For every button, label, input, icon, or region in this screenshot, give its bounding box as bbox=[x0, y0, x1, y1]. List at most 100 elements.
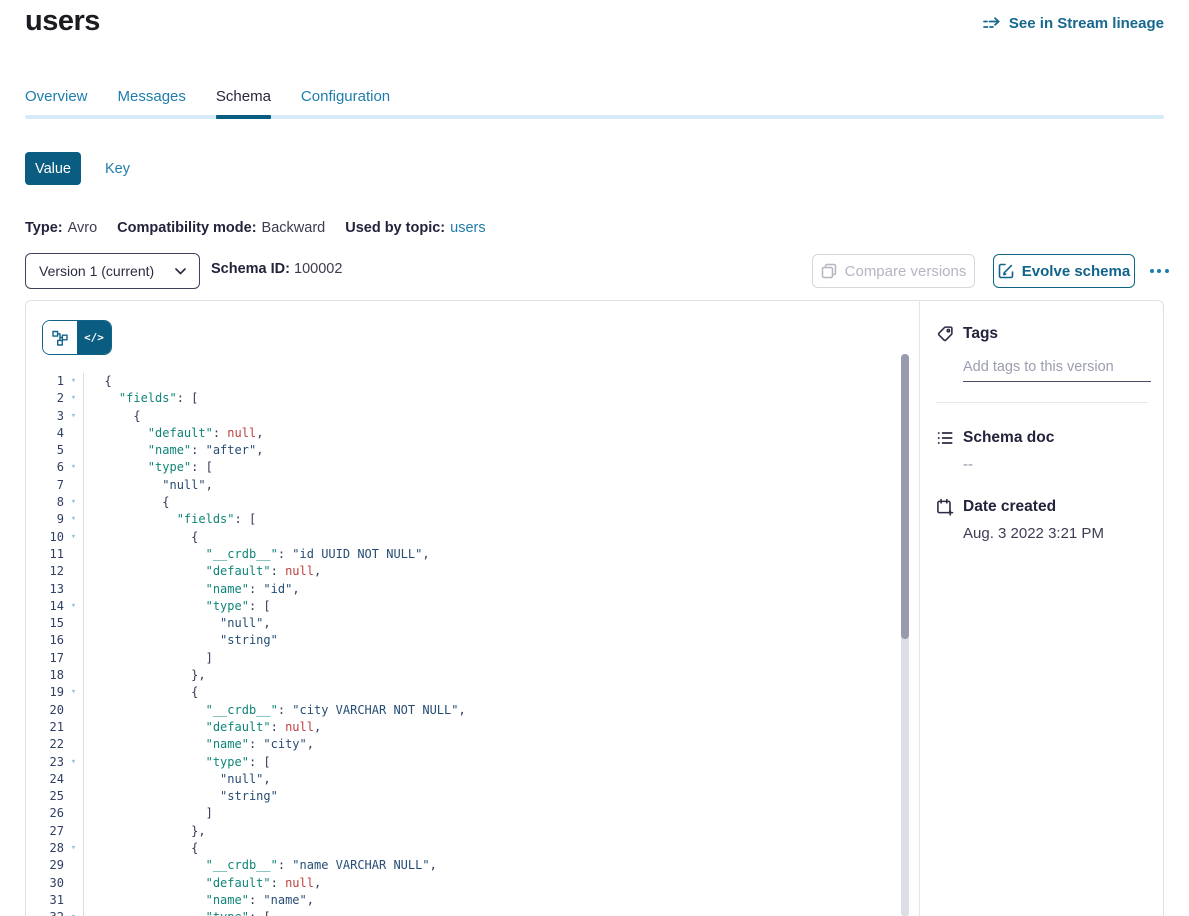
value-toggle-button[interactable]: Value bbox=[25, 152, 81, 185]
fold-toggle-icon[interactable]: ▾ bbox=[64, 390, 83, 407]
code-line: 21 "default": null, bbox=[26, 719, 900, 736]
fold-toggle-icon[interactable]: ▾ bbox=[64, 684, 83, 701]
code-line-text: { bbox=[83, 373, 112, 390]
fold-spacer bbox=[64, 581, 83, 598]
code-line: 15 "null", bbox=[26, 615, 900, 632]
date-created-section-header: Date created bbox=[936, 498, 1147, 516]
tab-messages[interactable]: Messages bbox=[118, 88, 186, 113]
fold-toggle-icon[interactable]: ▾ bbox=[64, 909, 83, 916]
code-line-text: { bbox=[83, 684, 198, 701]
code-line: 3▾ { bbox=[26, 408, 900, 425]
code-line-text: "default": null, bbox=[83, 875, 321, 892]
tab-configuration[interactable]: Configuration bbox=[301, 88, 390, 113]
editor-view-toggle: </> bbox=[42, 320, 112, 355]
fold-toggle-icon[interactable]: ▾ bbox=[64, 511, 83, 528]
code-line: 13 "name": "id", bbox=[26, 581, 900, 598]
code-line-text: { bbox=[83, 840, 198, 857]
tabs: Overview Messages Schema Configuration bbox=[25, 88, 390, 113]
tree-view-icon bbox=[52, 330, 68, 346]
line-number: 3 bbox=[26, 408, 64, 425]
compare-versions-button[interactable]: Compare versions bbox=[812, 254, 975, 288]
fold-spacer bbox=[64, 857, 83, 874]
tags-section-header: Tags bbox=[936, 325, 1147, 343]
code-line: 16 "string" bbox=[26, 632, 900, 649]
code-line: 9▾ "fields": [ bbox=[26, 511, 900, 528]
evolve-schema-button[interactable]: Evolve schema bbox=[993, 254, 1135, 288]
code-line-text: "name": "name", bbox=[83, 892, 314, 909]
evolve-schema-label: Evolve schema bbox=[1022, 263, 1130, 280]
tab-schema[interactable]: Schema bbox=[216, 88, 271, 113]
editor-scrollbar-thumb[interactable] bbox=[901, 354, 909, 639]
code-line: 28▾ { bbox=[26, 840, 900, 857]
list-icon bbox=[936, 429, 954, 447]
code-line-text: ] bbox=[83, 805, 213, 822]
fold-toggle-icon[interactable]: ▾ bbox=[64, 408, 83, 425]
fold-spacer bbox=[64, 546, 83, 563]
fold-spacer bbox=[64, 788, 83, 805]
fold-spacer bbox=[64, 425, 83, 442]
code-line-text: "string" bbox=[83, 632, 278, 649]
tab-overview[interactable]: Overview bbox=[25, 88, 88, 113]
code-line: 30 "default": null, bbox=[26, 875, 900, 892]
code-view-icon: </> bbox=[84, 331, 104, 344]
line-number: 21 bbox=[26, 719, 64, 736]
line-number: 27 bbox=[26, 823, 64, 840]
tree-view-button[interactable] bbox=[43, 321, 77, 354]
code-line: 29 "__crdb__": "name VARCHAR NULL", bbox=[26, 857, 900, 874]
stream-lineage-link[interactable]: See in Stream lineage bbox=[983, 15, 1164, 32]
version-select[interactable]: Version 1 (current) bbox=[25, 253, 200, 289]
fold-toggle-icon[interactable]: ▾ bbox=[64, 494, 83, 511]
line-number: 18 bbox=[26, 667, 64, 684]
code-line: 7 "null", bbox=[26, 477, 900, 494]
code-line: 18 }, bbox=[26, 667, 900, 684]
fold-toggle-icon[interactable]: ▾ bbox=[64, 754, 83, 771]
fold-toggle-icon[interactable]: ▾ bbox=[64, 529, 83, 546]
fold-toggle-icon[interactable]: ▾ bbox=[64, 840, 83, 857]
fold-spacer bbox=[64, 771, 83, 788]
fold-spacer bbox=[64, 702, 83, 719]
fold-spacer bbox=[64, 736, 83, 753]
compatibility-label: Compatibility mode: bbox=[117, 220, 256, 236]
tag-icon bbox=[936, 325, 954, 343]
code-view-button[interactable]: </> bbox=[77, 321, 111, 354]
schema-panel: </> 1▾ {2▾ "fields": [3▾ {4 "default": n… bbox=[25, 300, 1164, 916]
code-line-text: "null", bbox=[83, 615, 271, 632]
key-toggle-button[interactable]: Key bbox=[97, 152, 138, 185]
code-line: 10▾ { bbox=[26, 529, 900, 546]
line-number: 6 bbox=[26, 459, 64, 476]
line-number: 29 bbox=[26, 857, 64, 874]
line-number: 23 bbox=[26, 754, 64, 771]
line-number: 25 bbox=[26, 788, 64, 805]
fold-toggle-icon[interactable]: ▾ bbox=[64, 373, 83, 390]
line-number: 11 bbox=[26, 546, 64, 563]
code-line-text: "type": [ bbox=[83, 598, 271, 615]
line-number: 14 bbox=[26, 598, 64, 615]
code-line-text: "name": "city", bbox=[83, 736, 314, 753]
code-line: 17 ] bbox=[26, 650, 900, 667]
ellipsis-dot bbox=[1165, 269, 1169, 273]
fold-toggle-icon[interactable]: ▾ bbox=[64, 598, 83, 615]
fold-toggle-icon[interactable]: ▾ bbox=[64, 459, 83, 476]
code-line-text: "fields": [ bbox=[83, 390, 198, 407]
tags-heading: Tags bbox=[963, 325, 998, 343]
code-line: 31 "name": "name", bbox=[26, 892, 900, 909]
topic-link[interactable]: users bbox=[450, 220, 485, 236]
code-line-text: "default": null, bbox=[83, 563, 321, 580]
code-line: 20 "__crdb__": "city VARCHAR NOT NULL", bbox=[26, 702, 900, 719]
code-line: 27 }, bbox=[26, 823, 900, 840]
more-options-button[interactable] bbox=[1142, 254, 1176, 288]
line-number: 13 bbox=[26, 581, 64, 598]
code-line-text: "type": [ bbox=[83, 909, 271, 916]
fold-spacer bbox=[64, 823, 83, 840]
ellipsis-dot bbox=[1157, 269, 1161, 273]
add-tags-input[interactable] bbox=[963, 355, 1151, 382]
code-line: 22 "name": "city", bbox=[26, 736, 900, 753]
schema-details-sidebar: Tags Schema doc -- bbox=[919, 301, 1163, 916]
code-line: 26 ] bbox=[26, 805, 900, 822]
line-number: 1 bbox=[26, 373, 64, 390]
code-line: 23▾ "type": [ bbox=[26, 754, 900, 771]
line-number: 16 bbox=[26, 632, 64, 649]
page-title: users bbox=[25, 5, 100, 38]
line-number: 5 bbox=[26, 442, 64, 459]
fold-spacer bbox=[64, 650, 83, 667]
